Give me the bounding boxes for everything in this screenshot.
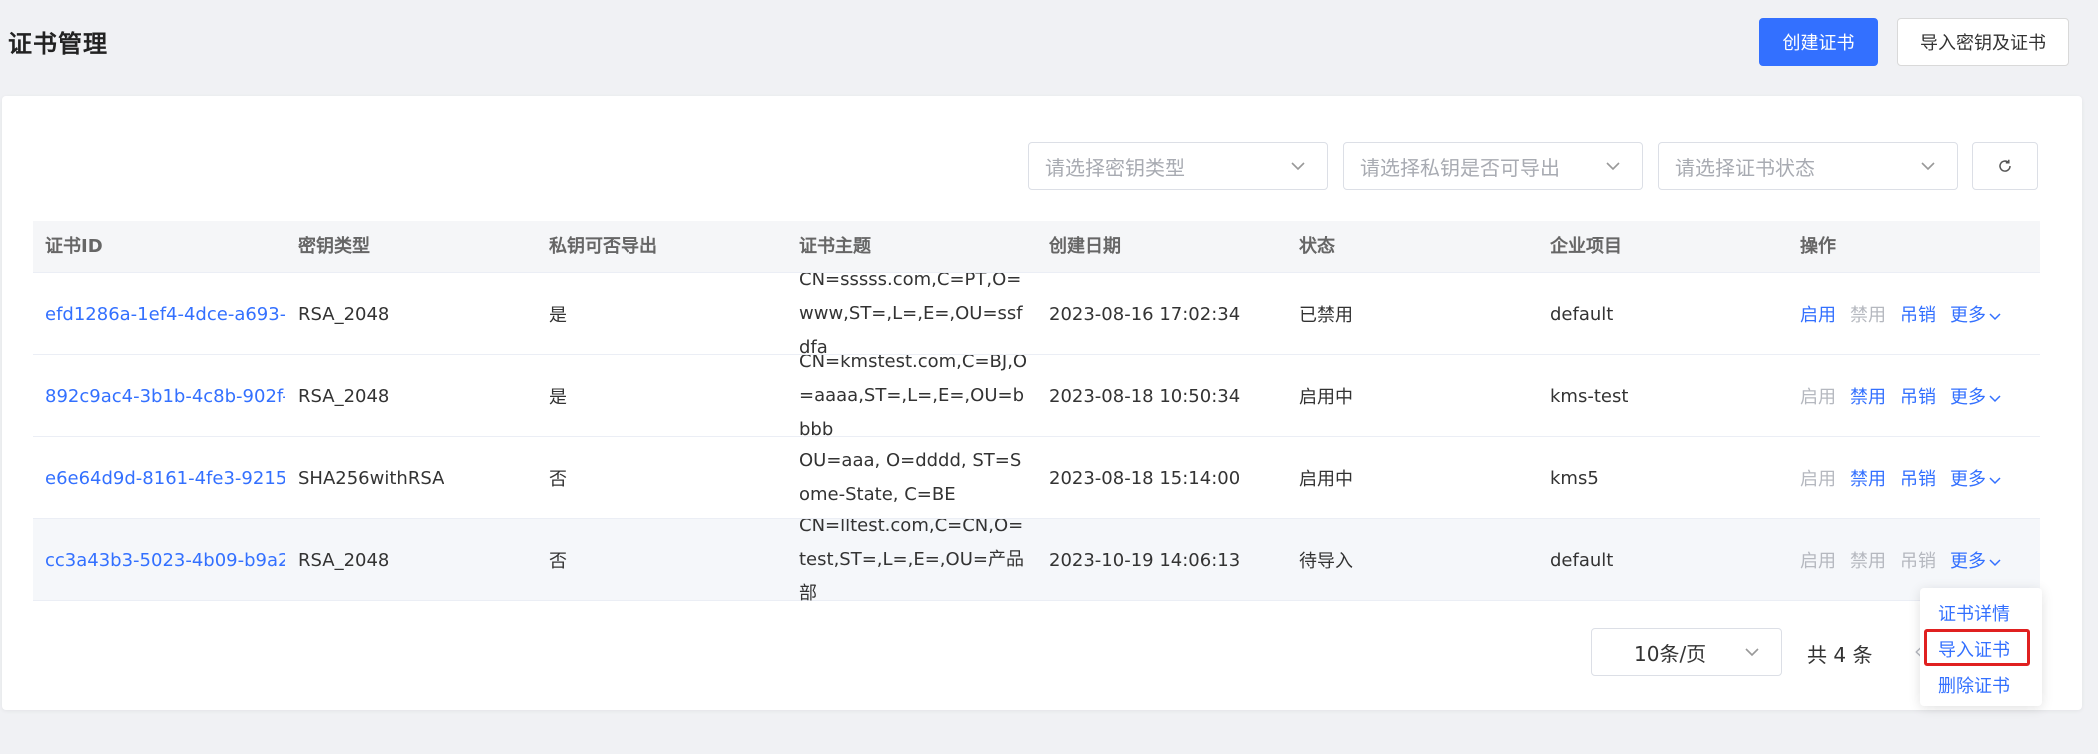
status-cell: 待导入 [1299,551,1353,572]
enable-action[interactable]: 启用 [1800,301,1836,327]
key-type-cell: RSA_2048 [298,303,390,325]
enable-action: 启用 [1800,387,1836,408]
column-header: 私钥可否导出 [549,236,657,257]
certificate-id-link[interactable]: 892c9ac4-3b1b-4c8b-902f-be [45,355,285,437]
column-header: 操作 [1800,236,1836,257]
created-date-cell: 2023-10-19 14:06:13 [1049,549,1241,571]
actions-cell: 启用 禁用 吊销 更多 [1800,437,2016,519]
import-key-and-certificate-button[interactable]: 导入密钥及证书 [1897,18,2069,66]
project-cell: kms5 [1550,467,1599,489]
key-type-select-placeholder: 请选择密钥类型 [1045,155,1185,180]
revoke-action[interactable]: 吊销 [1900,301,1936,327]
status-cell: 已禁用 [1299,305,1353,326]
page-size-value: 10条/页 [1634,641,1707,666]
column-header: 证书主题 [799,236,871,257]
revoke-action[interactable]: 吊销 [1900,383,1936,409]
exportable-select-placeholder: 请选择私钥是否可导出 [1360,155,1560,180]
column-header: 状态 [1299,236,1335,257]
actions-cell: 启用 禁用 吊销 更多 [1800,355,2016,437]
more-label: 更多 [1950,305,1986,326]
subject-cell: CN=lltest.com,C=CN,O=test,ST=,L=,E=,OU=产… [799,519,1024,601]
certificate-id-link[interactable]: cc3a43b3-5023-4b09-b9a2-8 [45,519,285,601]
status-cell: 启用中 [1299,469,1353,490]
revoke-action: 吊销 [1900,551,1936,572]
page-size-select[interactable]: 10条/页 [1591,628,1782,676]
more-label: 更多 [1950,551,1986,572]
actions-cell: 启用 禁用 吊销 更多 [1800,273,2016,355]
refresh-icon [1999,159,2011,172]
chevron-down-icon [1989,477,2001,485]
exportable-cell: 是 [549,387,567,408]
chevron-down-icon [1291,162,1305,171]
exportable-select[interactable]: 请选择私钥是否可导出 [1343,142,1643,190]
highlight-box [1924,629,2030,666]
created-date-cell: 2023-08-16 17:02:34 [1049,303,1241,325]
certificate-table: 证书ID 密钥类型 私钥可否导出 证书主题 创建日期 状态 企业项目 操作 ef… [33,221,2040,601]
certificate-id-link[interactable]: e6e64d9d-8161-4fe3-9215-ec [45,437,285,519]
status-cell: 启用中 [1299,387,1353,408]
chevron-down-icon [1606,162,1620,171]
table-header: 证书ID 密钥类型 私钥可否导出 证书主题 创建日期 状态 企业项目 操作 [33,221,2040,273]
refresh-button[interactable] [1972,142,2038,190]
more-action[interactable]: 更多 [1950,301,2002,327]
exportable-cell: 否 [549,551,567,572]
menu-item-certificate-details[interactable]: 证书详情 [1938,600,2010,626]
chevron-down-icon [1921,162,1935,171]
more-label: 更多 [1950,387,1986,408]
column-header: 密钥类型 [298,236,370,257]
key-type-select[interactable]: 请选择密钥类型 [1028,142,1328,190]
menu-item-delete-certificate[interactable]: 删除证书 [1938,672,2010,698]
project-cell: default [1550,549,1614,571]
certificate-id-link[interactable]: efd1286a-1ef4-4dce-a693-b2l [45,273,285,355]
more-action[interactable]: 更多 [1950,383,2002,409]
created-date-cell: 2023-08-18 10:50:34 [1049,385,1241,407]
column-header: 创建日期 [1049,236,1121,257]
status-select[interactable]: 请选择证书状态 [1658,142,1958,190]
project-cell: kms-test [1550,385,1629,407]
table-row: e6e64d9d-8161-4fe3-9215-ec SHA256withRSA… [33,437,2040,519]
certificate-list-card: 请选择密钥类型 请选择私钥是否可导出 请选择证书状态 证书ID 密钥类型 私钥可… [2,96,2082,710]
key-type-cell: SHA256withRSA [298,467,445,489]
more-action[interactable]: 更多 [1950,465,2002,491]
column-header: 证书ID [45,236,103,257]
key-type-cell: RSA_2048 [298,385,390,407]
column-header: 企业项目 [1550,236,1622,257]
chevron-down-icon [1989,313,2001,321]
created-date-cell: 2023-08-18 15:14:00 [1049,467,1241,489]
subject-cell: CN=kmstest.com,C=BJ,O=aaaa,ST=,L=,E=,OU=… [799,355,1028,437]
more-label: 更多 [1950,469,1986,490]
total-count: 共 4 条 [1807,643,1873,667]
table-row: 892c9ac4-3b1b-4c8b-902f-be RSA_2048 是 CN… [33,355,2040,437]
subject-cell: OU=aaa, O=dddd, ST=Some-State, C=BE [799,450,1022,505]
exportable-cell: 否 [549,469,567,490]
subject-cell: CN=sssss.com,C=PT,O=www,ST=,L=,E=,OU=ssf… [799,273,1023,355]
table-row: efd1286a-1ef4-4dce-a693-b2l RSA_2048 是 C… [33,273,2040,355]
enable-action: 启用 [1800,469,1836,490]
table-row: cc3a43b3-5023-4b09-b9a2-8 RSA_2048 否 CN=… [33,519,2040,601]
enable-action: 启用 [1800,551,1836,572]
chevron-down-icon [1989,395,2001,403]
disable-action[interactable]: 禁用 [1850,383,1886,409]
more-action[interactable]: 更多 [1950,547,2002,573]
page-title: 证书管理 [8,30,108,58]
page-header: 证书管理 创建证书 导入密钥及证书 [0,0,2098,96]
chevron-down-icon [1745,648,1759,657]
disable-action: 禁用 [1850,305,1886,326]
create-certificate-button[interactable]: 创建证书 [1759,18,1878,66]
project-cell: default [1550,303,1614,325]
disable-action[interactable]: 禁用 [1850,465,1886,491]
revoke-action[interactable]: 吊销 [1900,465,1936,491]
status-select-placeholder: 请选择证书状态 [1675,155,1815,180]
key-type-cell: RSA_2048 [298,549,390,571]
disable-action: 禁用 [1850,551,1886,572]
chevron-down-icon [1989,559,2001,567]
exportable-cell: 是 [549,305,567,326]
